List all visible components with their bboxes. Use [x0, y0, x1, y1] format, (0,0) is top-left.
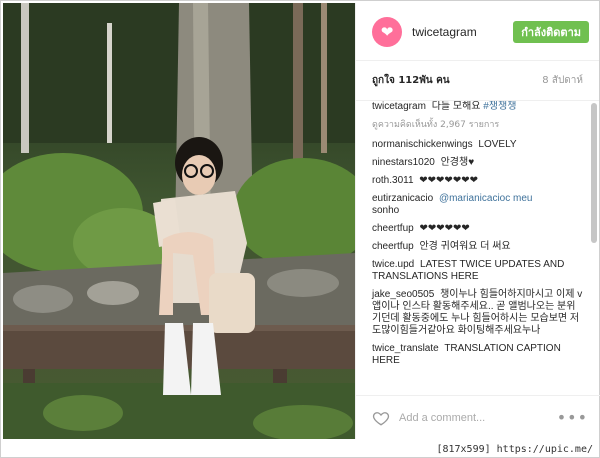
comment-item: twice.upd LATEST TWICE UPDATES AND TRANS…: [372, 259, 584, 283]
comment-text: 다들 모해요: [431, 101, 481, 112]
comment-text: ❤❤❤❤❤❤❤: [419, 175, 478, 186]
heart-icon[interactable]: [372, 409, 390, 427]
forest-photo-illustration: [3, 3, 355, 439]
mention-link[interactable]: @marianicacioc meu: [439, 193, 533, 204]
post-sidebar: ❤ twicetagram กำลังติดตาม ถูกใจ 112พัน ค…: [355, 3, 600, 439]
add-comment-input[interactable]: Add a comment...: [399, 412, 557, 424]
comment-username[interactable]: cheertfup: [372, 223, 414, 234]
post-stats: ถูกใจ 112พัน คน 8 สัปดาห์: [356, 61, 599, 101]
comment-username[interactable]: twicetagram: [372, 101, 426, 112]
following-button[interactable]: กำลังติดตาม: [513, 20, 589, 43]
comment-list: twicetagram 다들 모해요 #챙챙챙 ดูความคิดเห็นทั้…: [356, 101, 592, 393]
comment-text: 안경 귀여워요 더 써요: [419, 241, 511, 252]
twice-logo-icon[interactable]: ❤: [372, 16, 402, 47]
post-age: 8 สัปดาห์: [542, 75, 583, 86]
watermark: [817x599] https://upic.me/: [436, 444, 593, 455]
comment-bar: Add a comment... •••: [356, 395, 600, 439]
comment-username[interactable]: eutirzanicacio: [372, 193, 433, 204]
comment-item: roth.3011 ❤❤❤❤❤❤❤: [372, 175, 584, 187]
comment-item: cheertfup ❤❤❤❤❤❤: [372, 223, 584, 235]
comment-username[interactable]: twice_translate: [372, 343, 439, 354]
comments-scrollbar[interactable]: [591, 103, 597, 243]
comment-username[interactable]: ninestars1020: [372, 157, 435, 168]
comment-text: LOVELY: [478, 139, 517, 150]
comment-username[interactable]: twice.upd: [372, 259, 414, 270]
like-count[interactable]: ถูกใจ 112พัน คน: [372, 73, 450, 88]
comment-item: ninestars1020 안경챙♥: [372, 157, 584, 169]
post-photo: [3, 3, 355, 439]
more-options-icon[interactable]: •••: [557, 408, 588, 427]
comment-item: normanischickenwings LOVELY: [372, 139, 584, 151]
comment-username[interactable]: jake_seo0505: [372, 289, 434, 300]
comment-item: twice_translate TRANSLATION CAPTION HERE: [372, 343, 584, 367]
instagram-post-window: ❤ twicetagram กำลังติดตาม ถูกใจ 112พัน ค…: [0, 0, 600, 458]
post-username[interactable]: twicetagram: [412, 25, 513, 39]
hashtag-link[interactable]: #챙챙챙: [483, 101, 516, 112]
comment-username[interactable]: normanischickenwings: [372, 139, 473, 150]
view-all-comments-link[interactable]: ดูความคิดเห็นทั้ง 2,967 รายการ: [372, 117, 584, 131]
comment-username[interactable]: cheertfup: [372, 241, 414, 252]
comment-text: 안경챙♥: [440, 157, 475, 168]
comment-item: cheertfup 안경 귀여워요 더 써요: [372, 241, 584, 253]
comment-text: ❤❤❤❤❤❤: [419, 223, 470, 234]
comment-username[interactable]: roth.3011: [372, 175, 414, 186]
comment-item: twicetagram 다들 모해요 #챙챙챙: [372, 101, 584, 113]
comment-text: sonho: [372, 205, 400, 216]
comment-item: jake_seo0505 챙이누나 힘들어하지마시고 이제 v앱이나 인스타 활…: [372, 289, 584, 337]
post-header: ❤ twicetagram กำลังติดตาม: [356, 3, 599, 61]
comment-item: eutirzanicacio @marianicacioc meu sonho: [372, 193, 584, 217]
